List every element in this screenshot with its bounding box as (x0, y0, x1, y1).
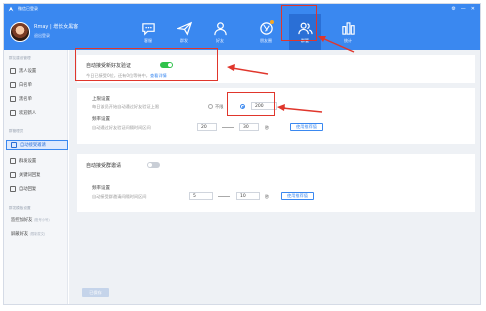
sidebar: 群友建设管理 黑人设置 白名单 黑名单 欢迎新人 群管理员 自动接受邀请 群发设… (4, 50, 68, 304)
sidebar-item-keyword-reply[interactable]: 关键词回复 (10, 170, 64, 180)
nav-tab-customer-service[interactable]: 客服 (132, 14, 164, 50)
avatar[interactable] (10, 22, 30, 42)
user-icon (213, 22, 227, 36)
sidebar-section-title: 群管理员 (9, 129, 24, 133)
sidebar-item-monitor-friends[interactable]: 监控加好友 (账号小号) (11, 217, 50, 223)
sidebar-item-label: 白名单 (19, 83, 32, 88)
title-bar: 微信已登录 ⚙ — ✕ (4, 4, 480, 14)
freq-min-input[interactable]: 5 (189, 192, 213, 200)
sidebar-item-label: 自动回复 (19, 187, 37, 192)
user-icon (10, 68, 16, 74)
sidebar-item-label: 群发设置 (19, 159, 37, 164)
sidebar-item-note: (限制发文) (29, 232, 46, 236)
freq-desc: 自动通过好友验证间隔时间区间 (92, 125, 151, 130)
sidebar-item-note: (账号小号) (33, 218, 50, 222)
range-dash (218, 196, 230, 197)
sidebar-item-auto-reply[interactable]: 自动回复 (10, 184, 64, 194)
user-icon (10, 158, 16, 164)
paper-plane-icon (176, 21, 192, 36)
header-bar: Rmay | 增长女黑客 退出登录 客服 群发 好友 朋友圈 群管 统计 (4, 14, 480, 50)
sidebar-item-label: 监控加好友 (11, 218, 33, 223)
minus-icon[interactable]: — (461, 5, 466, 13)
nav-label: 统计 (344, 38, 352, 43)
limit-unit: 人 (282, 104, 287, 109)
app-logo-icon (8, 6, 14, 12)
logout-link[interactable]: 退出登录 (34, 33, 50, 39)
main-panel: 自动接受新好友验证 今日已接受0位，还有0位等待中，查看详情 上限设置 每日该员… (69, 50, 480, 304)
sidebar-item-auto-accept[interactable]: 自动接受邀请 (6, 140, 68, 150)
freq-title: 频率设置 (92, 117, 110, 122)
keyword-icon (10, 172, 16, 178)
auto-accept-group-toggle[interactable] (147, 162, 160, 168)
sidebar-item-label: 黑名单 (19, 97, 32, 102)
nav-tab-friends[interactable]: 好友 (204, 14, 236, 50)
sidebar-item-label: 欢迎新人 (19, 111, 37, 116)
nav-label: 群发 (180, 38, 188, 43)
sidebar-item-label: 关键词回复 (19, 173, 41, 178)
bar-chart-icon (341, 22, 355, 35)
auto-accept-group-card: 自动接受群邀请 频率设置 自动接受群邀请间隔时间区间 5 10 秒 使用推荐值 (77, 154, 475, 212)
sidebar-item-label: 自动接受邀请 (20, 143, 46, 148)
chat-bubble-icon (141, 23, 155, 36)
nav-tab-moments[interactable]: 朋友圈 (250, 14, 282, 50)
shield-icon (11, 142, 17, 148)
freq-title: 频率设置 (92, 186, 110, 191)
reply-icon (10, 186, 16, 192)
limit-desc: 每日该员开始自动通过好友验证上限 (92, 104, 160, 109)
close-icon[interactable]: ✕ (471, 5, 475, 13)
sidebar-item-mass-send-settings[interactable]: 群发设置 (10, 156, 64, 166)
gear-icon[interactable]: ⚙ (451, 5, 455, 13)
nav-label: 好友 (216, 38, 224, 43)
user-name: Rmay | 增长女黑客 (34, 24, 79, 30)
limit-title: 上限设置 (92, 97, 110, 102)
user-icon (10, 82, 16, 88)
freq-desc: 自动接受群邀请间隔时间区间 (92, 194, 147, 199)
annotation-box-limit-value (227, 92, 275, 116)
nav-tab-mass-send[interactable]: 群发 (168, 14, 200, 50)
freq-max-input[interactable]: 10 (236, 192, 260, 200)
card-title: 自动接受群邀请 (86, 163, 122, 169)
annotation-box-group-tab (281, 5, 317, 41)
sidebar-item-whitelist[interactable]: 白名单 (10, 80, 64, 90)
annotation-box-auto-accept (75, 48, 218, 81)
unlimited-radio[interactable] (208, 104, 213, 109)
sidebar-item-welcome[interactable]: 欢迎新人 (10, 108, 64, 118)
notification-dot (270, 20, 274, 24)
sidebar-item-label: 黑人设置 (19, 69, 37, 74)
use-recommended-button[interactable]: 使用推荐值 (290, 123, 323, 131)
nav-label: 客服 (144, 38, 152, 43)
window-title: 微信已登录 (18, 6, 38, 11)
sidebar-section-title: 群发模板设置 (9, 206, 31, 210)
use-recommended-button[interactable]: 使用推荐值 (281, 192, 314, 200)
range-dash (222, 127, 234, 128)
user-icon (10, 96, 16, 102)
limit-settings-card: 上限设置 每日该员开始自动通过好友验证上限 不限 200 人 频率设置 自动通过… (77, 88, 475, 144)
freq-min-input[interactable]: 20 (197, 123, 217, 131)
check-icon (10, 110, 16, 116)
sidebar-item-blacklist[interactable]: 黑名单 (10, 94, 64, 104)
nav-tab-statistics[interactable]: 统计 (332, 14, 364, 50)
nav-label: 朋友圈 (260, 38, 272, 43)
freq-max-input[interactable]: 30 (239, 123, 259, 131)
sidebar-item-settings[interactable]: 黑人设置 (10, 66, 64, 76)
unlimited-label: 不限 (215, 104, 224, 109)
save-button[interactable]: 已保存 (82, 288, 109, 297)
sidebar-item-block-friends[interactable]: 屏蔽好友 (限制发文) (11, 231, 45, 237)
sidebar-section-title: 群友建设管理 (9, 56, 31, 60)
sidebar-item-label: 屏蔽好友 (11, 232, 29, 237)
freq-unit: 秒 (265, 194, 270, 199)
freq-unit: 秒 (265, 125, 270, 130)
